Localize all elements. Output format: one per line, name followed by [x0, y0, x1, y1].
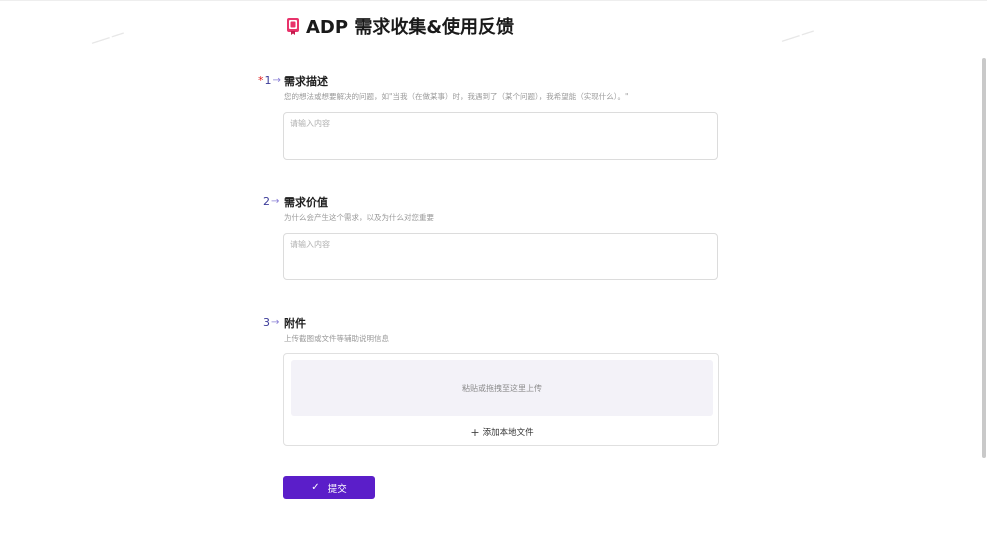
- form-page: ▁▁▁ ▁▁ ▁▁▁ ▁▁ ADP 需求收集&使用反馈 * 1 → 需求描述 您…: [0, 0, 987, 555]
- question-hint-value: 为什么会产生这个需求，以及为什么对您重要: [284, 213, 434, 222]
- drop-zone-text: 粘贴或拖拽至这里上传: [462, 383, 542, 393]
- check-icon: ✓: [311, 482, 320, 493]
- arrow-right-icon: →: [271, 196, 280, 207]
- value-input[interactable]: 请输入内容: [283, 233, 718, 280]
- question-number: 2: [263, 195, 270, 208]
- question-label-attachment: 附件: [284, 317, 306, 330]
- attachment-upload: 粘贴或拖拽至这里上传 + 添加本地文件: [283, 353, 719, 446]
- scrollbar[interactable]: [981, 0, 987, 555]
- input-placeholder: 请输入内容: [290, 240, 330, 249]
- page-title: ADP 需求收集&使用反馈: [306, 17, 515, 38]
- question-hint-attachment: 上传截图或文件等辅助说明信息: [284, 334, 389, 343]
- scrollbar-thumb[interactable]: [982, 58, 986, 458]
- question-number-1: * 1 →: [258, 74, 281, 87]
- question-label-description: 需求描述: [284, 75, 328, 88]
- watermark: ▁▁▁ ▁▁: [779, 23, 814, 42]
- question-number-2: 2 →: [263, 195, 279, 208]
- required-mark: *: [258, 74, 264, 87]
- question-hint-description: 您的想法或想要解决的问题，如"当我（在做某事）时，我遇到了（某个问题），我希望能…: [284, 92, 629, 101]
- question-label-value: 需求价值: [284, 196, 328, 209]
- add-file-label: 添加本地文件: [482, 428, 534, 438]
- submit-label: 提交: [327, 483, 347, 495]
- arrow-right-icon: →: [272, 75, 281, 86]
- arrow-right-icon: →: [271, 317, 280, 328]
- question-number: 3: [263, 316, 270, 329]
- upload-drop-zone[interactable]: 粘贴或拖拽至这里上传: [291, 360, 713, 416]
- top-divider: [0, 0, 987, 1]
- plus-icon: +: [470, 425, 480, 439]
- book-icon: [287, 18, 299, 35]
- question-number: 1: [264, 74, 272, 87]
- input-placeholder: 请输入内容: [290, 119, 330, 128]
- add-local-file-button[interactable]: + 添加本地文件: [284, 424, 720, 440]
- header: ADP 需求收集&使用反馈: [286, 12, 514, 40]
- question-number-3: 3 →: [263, 316, 279, 329]
- submit-button[interactable]: ✓ 提交: [283, 476, 375, 499]
- watermark: ▁▁▁ ▁▁: [89, 25, 124, 44]
- description-input[interactable]: 请输入内容: [283, 112, 718, 160]
